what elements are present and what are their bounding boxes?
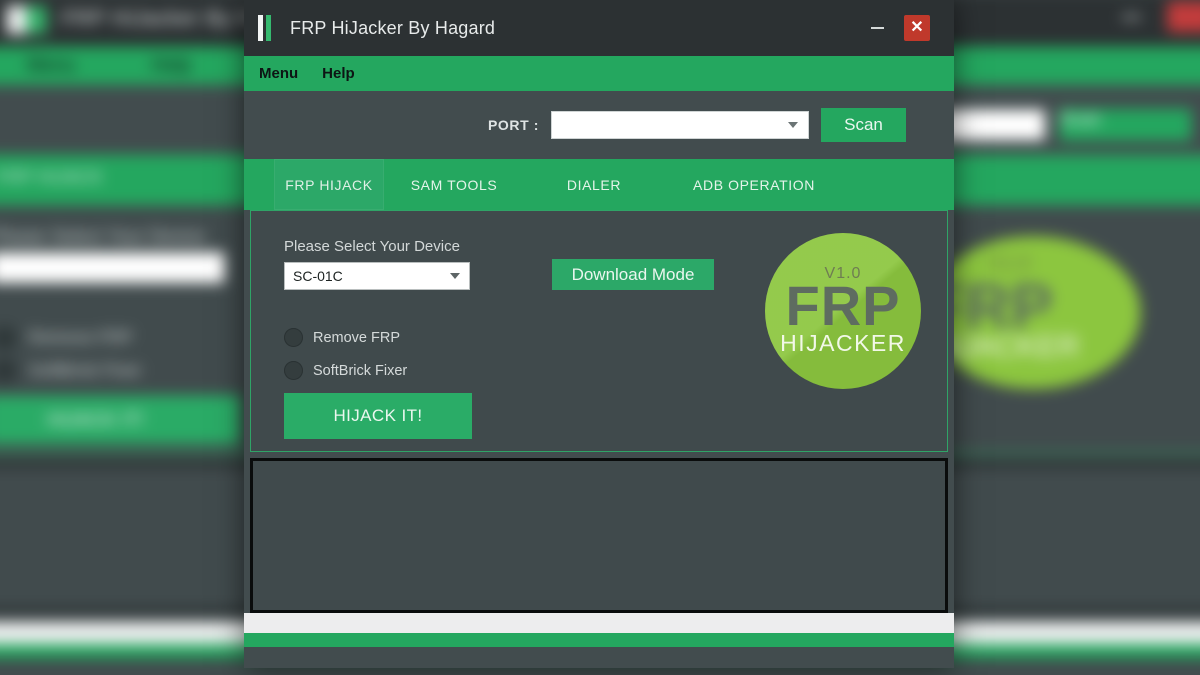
log-output-box[interactable]	[250, 458, 948, 613]
app-bars-icon	[258, 15, 274, 41]
device-select-value: SC-01C	[293, 268, 343, 284]
radio-label-remove-frp: Remove FRP	[313, 330, 400, 346]
scan-button[interactable]: Scan	[821, 108, 906, 142]
menu-item-help[interactable]: Help	[322, 65, 355, 82]
logo-subtitle: HIJACKER	[780, 330, 906, 357]
port-label: PORT :	[488, 117, 539, 133]
frp-hijack-panel: Please Select Your Device SC-01C Downloa…	[250, 210, 948, 452]
frp-hijacker-logo: V1.0 FRP HIJACKER	[765, 233, 921, 389]
background-hijack-label: HIJACK IT!	[47, 409, 144, 431]
radio-button-icon[interactable]	[284, 328, 303, 347]
background-device-combo	[0, 252, 225, 283]
background-menu-item-help: Help	[151, 55, 191, 77]
background-port-row: Scan	[922, 109, 1191, 142]
tabbar-left-spacer	[244, 159, 274, 210]
tab-frp-hijack[interactable]: FRP HIJACK	[274, 159, 384, 210]
radio-option-remove-frp[interactable]: Remove FRP	[284, 328, 400, 347]
close-icon[interactable]: ✕	[904, 15, 930, 41]
radio-button-icon[interactable]	[284, 361, 303, 380]
background-close-icon	[1167, 1, 1200, 32]
menu-item-menu[interactable]: Menu	[259, 65, 298, 82]
download-mode-button[interactable]: Download Mode	[552, 259, 714, 290]
radio-option-softbrick-fixer[interactable]: SoftBrick Fixer	[284, 361, 407, 380]
port-select[interactable]	[551, 111, 809, 139]
device-select[interactable]: SC-01C	[284, 262, 470, 290]
background-app-bars-icon	[6, 6, 47, 35]
logo-title: FRP	[786, 279, 901, 332]
window-title: FRP HiJacker By Hagard	[290, 18, 495, 39]
titlebar: FRP HiJacker By Hagard ✕	[244, 0, 954, 56]
background-tab-label: FRP HIJACK	[0, 167, 103, 188]
background-scan-button: Scan	[1059, 109, 1192, 142]
background-minimize-icon	[1122, 16, 1140, 19]
menubar: Menu Help	[244, 56, 954, 91]
status-white-strip	[244, 613, 954, 633]
minimize-button[interactable]	[856, 0, 898, 56]
tab-dialer[interactable]: DIALER	[524, 159, 664, 210]
radio-label-softbrick-fixer: SoftBrick Fixer	[313, 363, 407, 379]
port-row: PORT : Scan	[244, 91, 954, 159]
background-menu-item-menu: Menu	[27, 55, 75, 77]
app-window: FRP HiJacker By Hagard ✕ Menu Help PORT …	[244, 0, 954, 668]
background-radio-remove-frp-label: Remove FRP	[29, 328, 133, 348]
chevron-down-icon	[788, 122, 798, 128]
tabbar: FRP HIJACK SAM TOOLS DIALER ADB OPERATIO…	[244, 159, 954, 210]
background-device-label: Please Select Your Device	[0, 226, 205, 247]
hijack-it-button[interactable]: HIJACK IT!	[284, 393, 472, 439]
background-radio-softbrick-fixer-label: SoftBrick Fixer	[29, 361, 142, 381]
status-green-strip	[244, 633, 954, 647]
chevron-down-icon	[450, 273, 460, 279]
window-controls: ✕	[856, 0, 954, 56]
window-bottom-fill	[244, 647, 954, 667]
background-scan-label: Scan	[1059, 109, 1101, 129]
tab-adb-operation[interactable]: ADB OPERATION	[664, 159, 844, 210]
device-select-label: Please Select Your Device	[284, 238, 460, 255]
tab-sam-tools[interactable]: SAM TOOLS	[384, 159, 524, 210]
